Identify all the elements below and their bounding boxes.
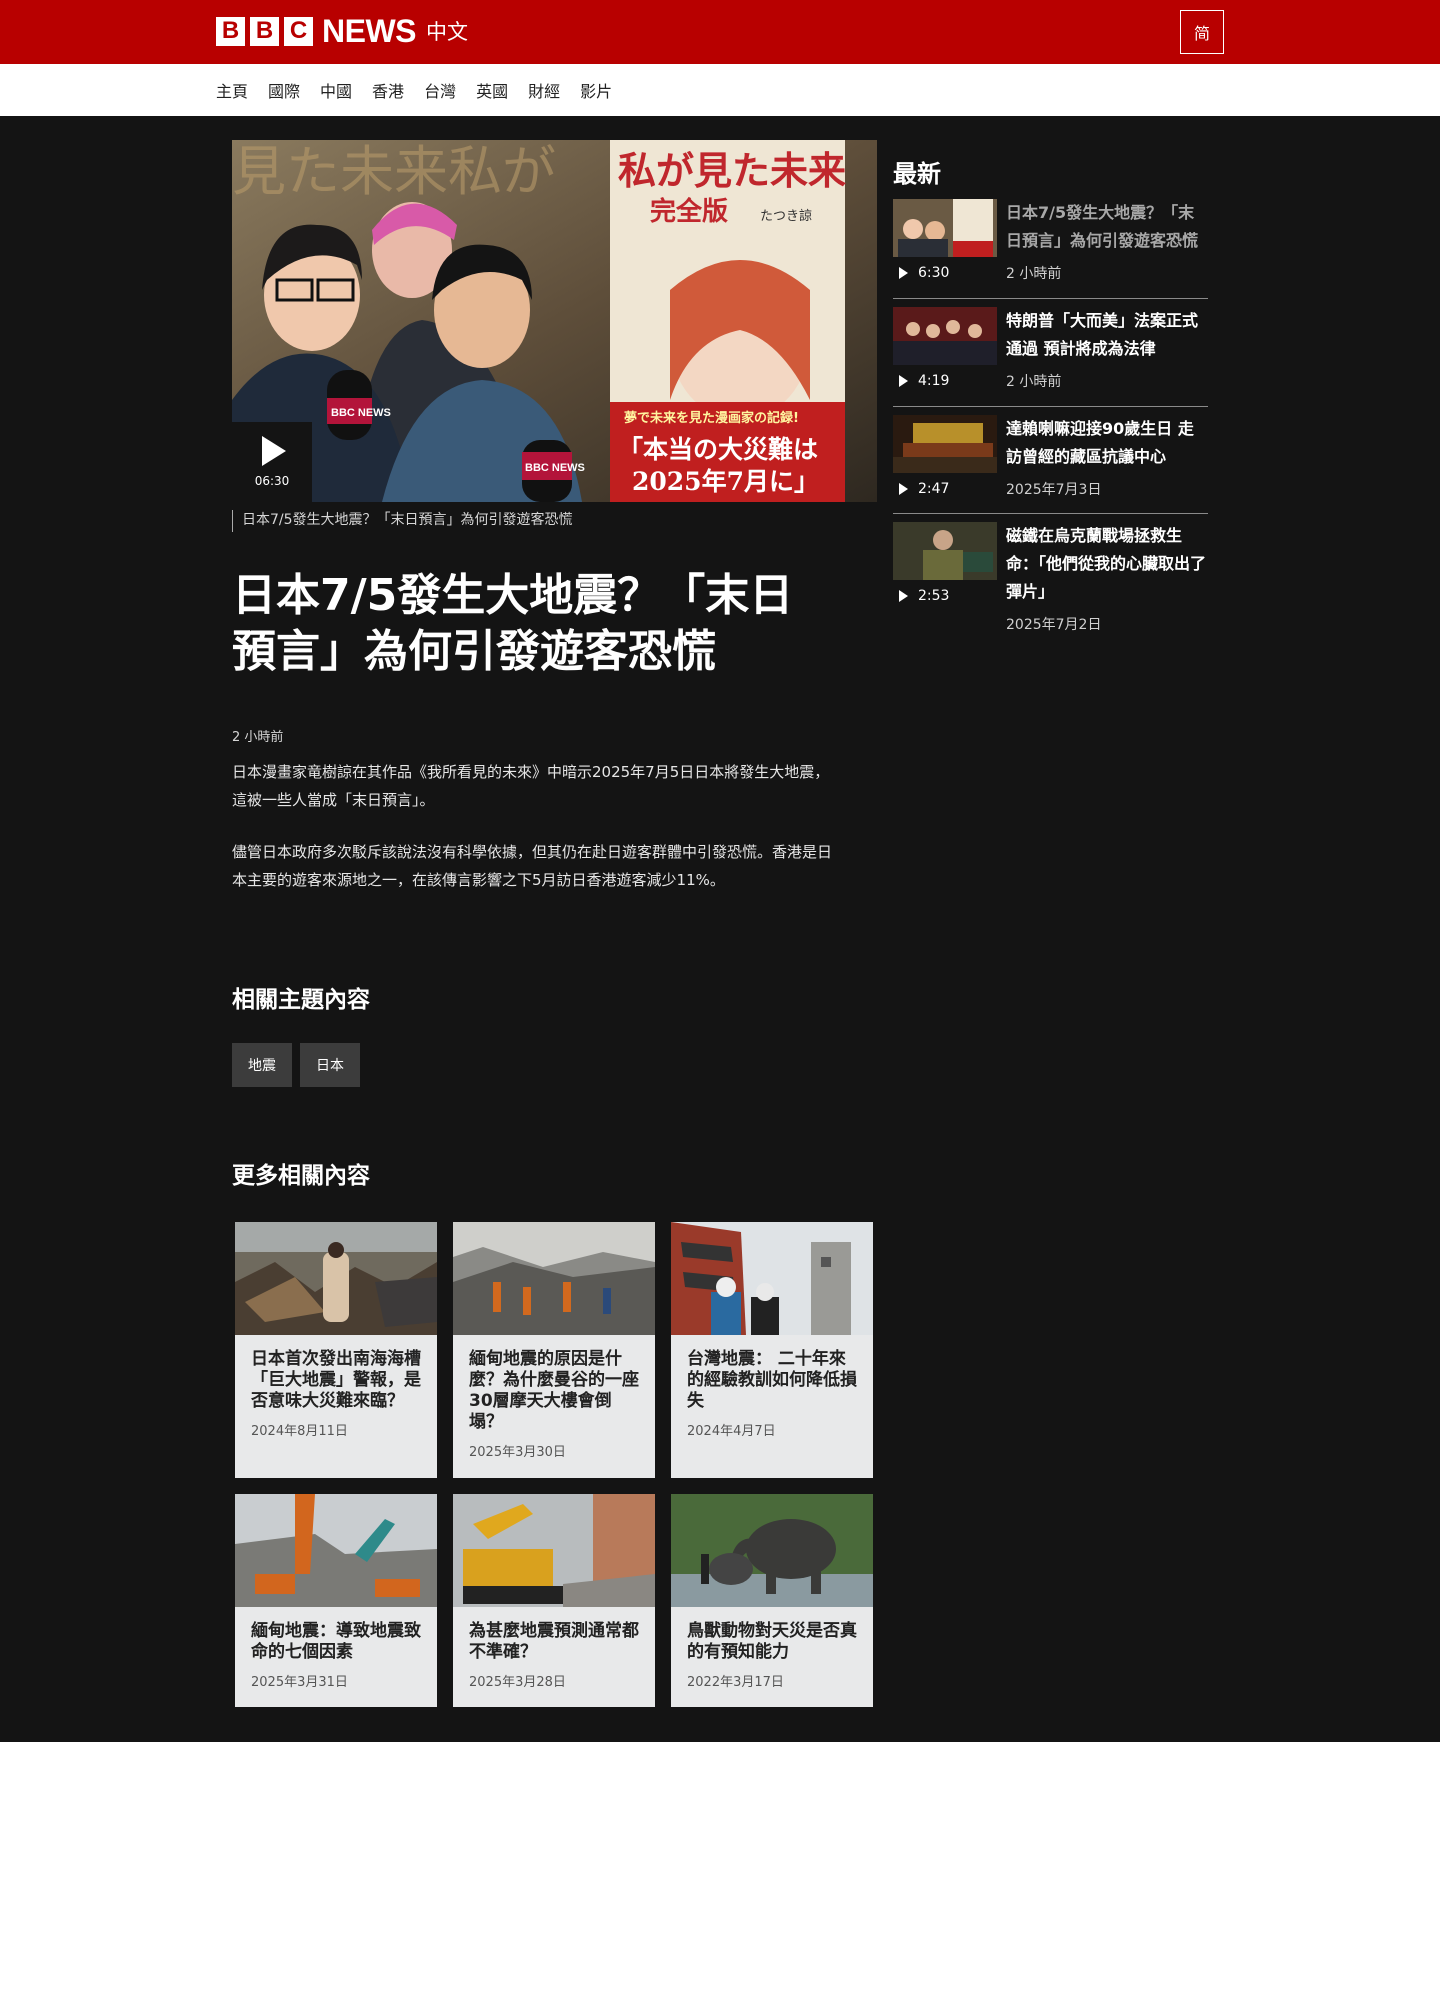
latest-item[interactable]: 4:19 特朗普「大而美」法案正式通過 預計將成為法律 2 小時前 [893,307,1208,407]
logo-letter-b1: B [216,16,245,46]
nav-item-taiwan[interactable]: 台灣 [424,78,456,102]
latest-item-date: 2 小時前 [1006,374,1062,390]
nav-item-business[interactable]: 財經 [528,78,560,102]
card-title: 為甚麼地震預測通常都不準確？ [469,1621,639,1662]
video-play-button[interactable]: 06:30 [232,422,312,502]
latest-heading: 最新 [893,160,941,188]
video-player[interactable]: 見た未来私が 私が見た未来 完全版 たつき諒 夢で未来を見た漫画家の記録! 「本… [232,140,877,502]
latest-divider [893,298,1208,299]
nav-item-uk[interactable]: 英國 [476,78,508,102]
thumb-mic-label-1: BBC NEWS [331,407,391,419]
latest-item[interactable]: 2:47 達賴喇嘛迎接90歲生日 走訪曾經的藏區抗議中心 2025年7月3日 [893,415,1208,515]
thumb-bg-text: 見た未来私が [232,140,556,203]
main-content-area: 見た未来私が 私が見た未来 完全版 たつき諒 夢で未来を見た漫画家の記録! 「本… [0,116,1440,1742]
card-title: 緬甸地震：導致地震致命的七個因素 [251,1621,421,1662]
latest-item[interactable]: 6:30 日本7/5發生大地震？「末日預言」為何引發遊客恐慌 2 小時前 [893,199,1208,299]
nav-item-video[interactable]: 影片 [580,78,612,102]
thumb-book-sub: 完全版 [650,196,728,227]
play-icon [899,590,908,602]
logo-news-text: NEWS [322,12,417,49]
logo-language-text: 中文 [426,20,468,44]
latest-item-thumb [893,307,997,365]
latest-item-thumb [893,199,997,257]
card-image [671,1494,873,1607]
play-icon [899,267,908,279]
card-title: 鳥獸動物對天災是否真的有預知能力 [687,1621,857,1662]
latest-divider [893,406,1208,407]
latest-item-thumb [893,415,997,473]
more-related-heading: 更多相關內容 [232,1163,370,1189]
latest-divider [893,513,1208,514]
latest-item-title: 特朗普「大而美」法案正式通過 預計將成為法律 [1006,311,1199,358]
thumb-banner-line: 夢で未来を見た漫画家の記録! [624,410,799,426]
topic-tags: 地震 日本 [232,1043,368,1087]
thumb-banner-big2: 2025年7月に」 [632,467,819,496]
card-image [671,1222,873,1335]
top-header-bar: B B C NEWS 中文 简 [0,0,1440,64]
play-icon [262,436,286,466]
card-title: 緬甸地震的原因是什麼？為什麼曼谷的一座30層摩天大樓會倒塌？ [469,1349,639,1432]
article-timestamp: 2 小時前 [232,730,284,745]
latest-item-title: 磁鐵在烏克蘭戰場拯救生命：「他們從我的心臟取出了彈片」 [1006,526,1207,601]
related-card[interactable]: 為甚麼地震預測通常都不準確？ 2025年3月28日 [453,1494,655,1707]
play-icon [899,483,908,495]
article-paragraph-2: 儘管日本政府多次駁斥該說法沒有科學依據，但其仍在赴日遊客群體中引發恐慌。香港是日… [232,843,833,889]
related-card[interactable]: 緬甸地震：導致地震致命的七個因素 2025年3月31日 [235,1494,437,1707]
nav-item-international[interactable]: 國際 [268,78,300,102]
card-image [453,1222,655,1335]
logo-letter-c: C [284,16,313,46]
card-image [235,1494,437,1607]
main-navigation: 主頁 國際 中國 香港 台灣 英國 財經 影片 [0,64,1440,116]
article-paragraph-1: 日本漫畫家竜樹諒在其作品《我所看見的未來》中暗示2025年7月5日日本將發生大地… [232,763,830,809]
latest-item-duration: 2:47 [899,481,949,497]
topic-tag-japan[interactable]: 日本 [300,1043,360,1087]
card-date: 2024年4月7日 [687,1424,776,1439]
thumb-book-author: たつき諒 [760,209,812,224]
bbc-news-logo[interactable]: B B C NEWS 中文 [216,13,468,49]
thumb-book-title: 私が見た未来 [618,148,846,193]
topic-tag-earthquake[interactable]: 地震 [232,1043,292,1087]
card-date: 2022年3月17日 [687,1675,784,1690]
latest-item-title: 日本7/5發生大地震？「末日預言」為何引發遊客恐慌 [1006,203,1199,250]
card-title: 日本首次發出南海海槽「巨大地震」警報，是否意味大災難來臨？ [251,1349,421,1411]
nav-item-home[interactable]: 主頁 [216,78,248,102]
latest-item-date: 2025年7月3日 [1006,482,1102,498]
latest-item[interactable]: 2:53 磁鐵在烏克蘭戰場拯救生命：「他們從我的心臟取出了彈片」 2025年7月… [893,522,1208,642]
card-title: 台灣地震： 二十年來的經驗教訓如何降低損失 [687,1349,857,1411]
video-caption: 日本7/5發生大地震？「末日預言」為何引發遊客恐慌 [232,510,573,532]
play-icon [899,375,908,387]
related-card[interactable]: 日本首次發出南海海槽「巨大地震」警報，是否意味大災難來臨？ 2024年8月11日 [235,1222,437,1478]
card-image [453,1494,655,1607]
latest-item-title: 達賴喇嘛迎接90歲生日 走訪曾經的藏區抗議中心 [1006,419,1194,466]
related-topics-heading: 相關主題內容 [232,987,370,1013]
latest-item-date: 2025年7月2日 [1006,617,1102,633]
thumb-banner-big1: 「本当の大災難は [618,435,818,464]
nav-list: 主頁 國際 中國 香港 台灣 英國 財經 影片 [216,64,632,116]
card-date: 2025年3月30日 [469,1445,566,1460]
thumb-mic-label-2: BBC NEWS [525,462,585,474]
nav-item-china[interactable]: 中國 [320,78,352,102]
nav-item-hongkong[interactable]: 香港 [372,78,404,102]
latest-item-duration: 2:53 [899,588,949,604]
latest-item-duration: 6:30 [899,265,949,281]
card-date: 2025年3月28日 [469,1675,566,1690]
video-duration: 06:30 [254,474,290,488]
card-date: 2024年8月11日 [251,1424,348,1439]
video-thumbnail-image: 見た未来私が 私が見た未来 完全版 たつき諒 夢で未来を見た漫画家の記録! 「本… [232,140,877,502]
related-card[interactable]: 鳥獸動物對天災是否真的有預知能力 2022年3月17日 [671,1494,873,1707]
latest-item-thumb [893,522,997,580]
latest-item-date: 2 小時前 [1006,266,1062,282]
card-image [235,1222,437,1335]
latest-item-duration: 4:19 [899,373,949,389]
card-date: 2025年3月31日 [251,1675,348,1690]
simplified-chinese-toggle[interactable]: 简 [1180,10,1224,54]
logo-letter-b2: B [250,16,279,46]
related-card[interactable]: 台灣地震： 二十年來的經驗教訓如何降低損失 2024年4月7日 [671,1222,873,1478]
related-card[interactable]: 緬甸地震的原因是什麼？為什麼曼谷的一座30層摩天大樓會倒塌？ 2025年3月30… [453,1222,655,1478]
article-headline: 日本7/5發生大地震？「末日預言」為何引發遊客恐慌 [232,570,794,677]
